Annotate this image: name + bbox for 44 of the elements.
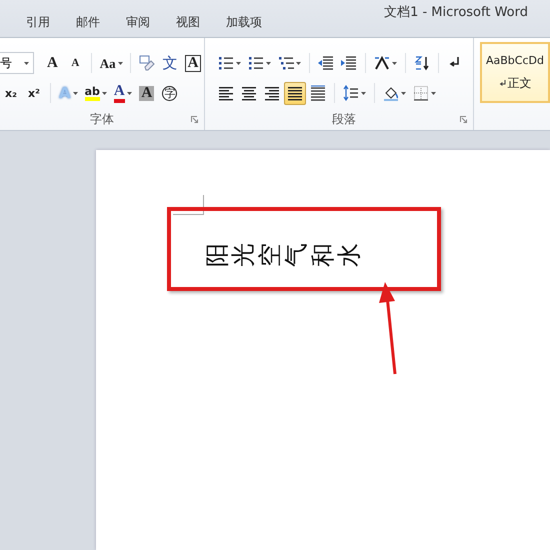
phonetic-guide-button[interactable]: 文 [159,52,181,74]
line-spacing-icon [343,85,359,101]
eraser-icon [139,55,155,71]
superscript-button[interactable]: x² [23,82,45,104]
ribbon-tab[interactable]: 加载项 [213,12,275,33]
change-case-button[interactable]: Aa [97,52,126,74]
subscript-button[interactable]: x₂ [0,82,22,104]
window-title: 文档1 - Microsoft Word [384,4,528,21]
dialog-launcher-icon[interactable] [191,116,198,122]
decrease-indent-icon [318,55,334,71]
ribbon-tab[interactable]: 邮件 [63,12,113,33]
justify-icon [287,85,303,101]
text-direction-icon [374,55,390,71]
character-shading-button[interactable]: A [136,82,158,104]
margin-corner-mark [173,195,204,215]
justify-button[interactable] [284,82,306,104]
style-preset[interactable]: AaBbCcDd 正文 [480,42,550,103]
border-grid-icon [413,85,429,101]
dialog-launcher-icon[interactable] [460,116,467,122]
increase-indent-icon [341,55,357,71]
document-text: 阳光空气和水 [204,243,362,267]
bullet-list-icon [218,55,234,71]
sort-icon [414,55,430,71]
group-label: 段落 [332,110,356,128]
group-label: 字体 [90,110,114,128]
enclose-character-button[interactable]: 字 [158,82,181,104]
highlight-button[interactable]: ab [82,82,110,104]
distribute-icon [310,85,326,101]
ribbon-tab[interactable]: 引用 [14,12,63,33]
multilevel-list-icon [278,55,294,71]
align-center-icon [241,85,257,101]
caret-icon [24,62,30,64]
font-size-value: 号 [0,54,12,72]
numbered-list-icon [248,55,264,71]
shrink-font-button[interactable]: A [64,52,86,74]
font-size-field[interactable]: 号 [0,52,34,74]
ribbon-tab[interactable]: 视图 [163,12,213,33]
paragraph-mark-icon [498,79,506,87]
paint-bucket-icon [383,85,399,101]
align-right-icon [264,85,280,101]
ribbon-tab[interactable]: 审阅 [113,12,163,33]
font-color-button[interactable]: A [110,82,135,104]
align-left-icon [218,85,234,101]
grow-font-button[interactable]: A [41,52,64,74]
